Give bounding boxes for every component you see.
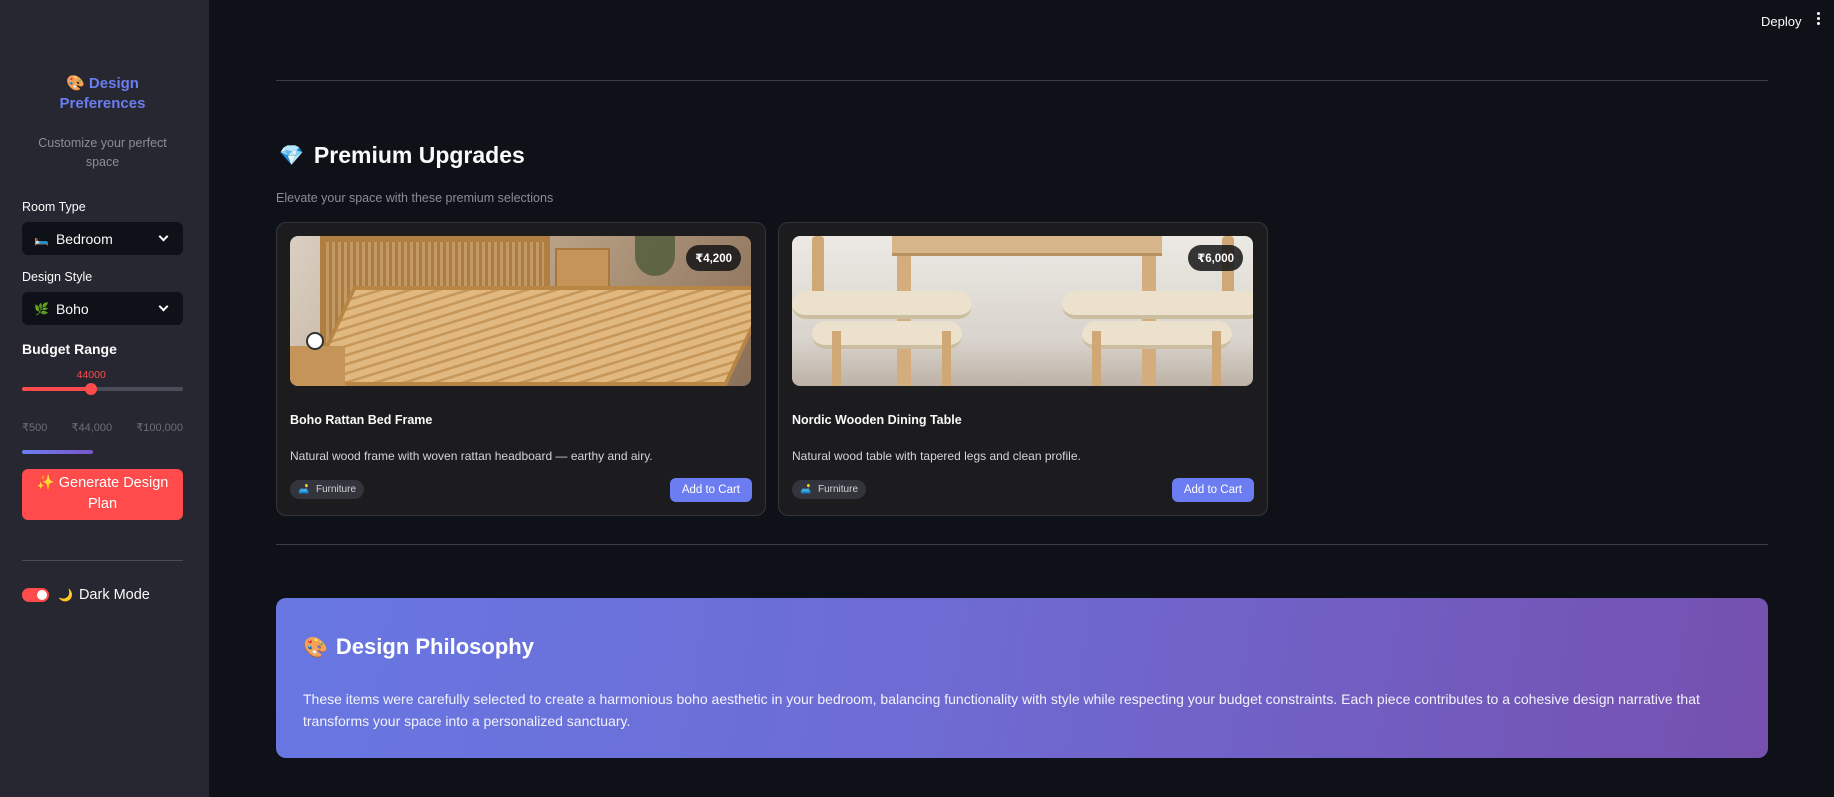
palette-icon: 🎨 bbox=[303, 636, 328, 659]
budget-slider-value: 44000 bbox=[76, 369, 106, 381]
dark-mode-toggle[interactable] bbox=[22, 588, 49, 602]
product-name: Nordic Wooden Dining Table bbox=[792, 413, 962, 427]
design-style-select[interactable]: 🌿 Boho bbox=[22, 292, 183, 325]
add-to-cart-button[interactable]: Add to Cart bbox=[1171, 478, 1254, 502]
dark-mode-toggle-row: 🌙 Dark Mode bbox=[22, 587, 150, 603]
budget-min: ₹500 bbox=[22, 422, 48, 434]
category-tag: 🛋️ Furniture bbox=[792, 480, 867, 499]
budget-current: ₹44,000 bbox=[71, 422, 113, 434]
add-to-cart-button[interactable]: Add to Cart bbox=[669, 478, 752, 502]
philosophy-title-text: Design Philosophy bbox=[335, 634, 534, 659]
moon-icon: 🌙 bbox=[58, 588, 73, 602]
sidebar-subtitle: Customize your perfect space bbox=[38, 136, 167, 169]
category-tag-label: Furniture bbox=[316, 484, 357, 495]
dark-mode-label: Dark Mode bbox=[78, 587, 150, 603]
couch-icon: 🛋️ bbox=[800, 484, 812, 494]
top-divider bbox=[276, 80, 1768, 81]
design-style-value: Boho bbox=[55, 300, 89, 317]
philosophy-title: 🎨 Design Philosophy bbox=[303, 634, 534, 660]
budget-range-label: Budget Range bbox=[22, 341, 117, 357]
gem-icon: 💎 bbox=[279, 145, 304, 167]
design-style-label: Design Style bbox=[22, 270, 93, 284]
generate-design-plan-button[interactable]: ✨ Generate Design Plan bbox=[22, 469, 183, 520]
premium-title: 💎 Premium Upgrades bbox=[279, 142, 525, 169]
budget-progress-bar bbox=[22, 450, 93, 454]
sidebar-divider bbox=[22, 560, 183, 561]
deploy-button[interactable]: Deploy bbox=[1761, 14, 1801, 29]
philosophy-text: These items were carefully selected to c… bbox=[303, 691, 1700, 729]
chevron-down-icon bbox=[158, 231, 169, 242]
bed-icon: 🛏️ bbox=[34, 231, 49, 246]
product-card: ₹6,000 Nordic Wooden Dining Table Natura… bbox=[778, 222, 1268, 516]
herb-icon: 🌿 bbox=[34, 301, 49, 316]
sidebar: 🎨 Design Preferences Customize your perf… bbox=[0, 0, 209, 797]
more-menu-icon[interactable] bbox=[1815, 12, 1821, 28]
budget-slider-fill bbox=[22, 387, 92, 391]
budget-max: ₹100,000 bbox=[136, 422, 183, 434]
category-tag: 🛋️ Furniture bbox=[290, 480, 365, 499]
design-philosophy-panel: 🎨 Design Philosophy These items were car… bbox=[276, 598, 1768, 758]
room-type-value: Bedroom bbox=[55, 230, 113, 247]
product-description: Natural wood table with tapered legs and… bbox=[792, 449, 1081, 463]
room-type-select[interactable]: 🛏️ Bedroom bbox=[22, 222, 183, 255]
dining-table-image: ₹6,000 bbox=[792, 236, 1253, 386]
couch-icon: 🛋️ bbox=[298, 484, 310, 494]
product-description: Natural wood frame with woven rattan hea… bbox=[290, 449, 653, 463]
palette-icon: 🎨 bbox=[66, 75, 85, 92]
room-type-label: Room Type bbox=[22, 200, 86, 214]
budget-slider[interactable] bbox=[22, 383, 183, 395]
budget-range-labels: ₹500 ₹44,000 ₹100,000 bbox=[22, 421, 183, 434]
premium-subtitle: Elevate your space with these premium se… bbox=[276, 191, 554, 205]
price-badge: ₹4,200 bbox=[686, 245, 741, 271]
budget-slider-thumb[interactable] bbox=[85, 383, 98, 395]
category-tag-label: Furniture bbox=[818, 484, 859, 495]
premium-title-text: Premium Upgrades bbox=[313, 142, 525, 168]
section-divider bbox=[276, 544, 1768, 545]
price-badge: ₹6,000 bbox=[1188, 245, 1243, 271]
bed-frame-image: ₹4,200 bbox=[290, 236, 751, 386]
product-card: ₹4,200 Boho Rattan Bed Frame Natural woo… bbox=[276, 222, 766, 516]
sidebar-title: 🎨 Design Preferences bbox=[22, 74, 183, 114]
chevron-down-icon bbox=[158, 301, 169, 312]
product-name: Boho Rattan Bed Frame bbox=[290, 413, 433, 427]
